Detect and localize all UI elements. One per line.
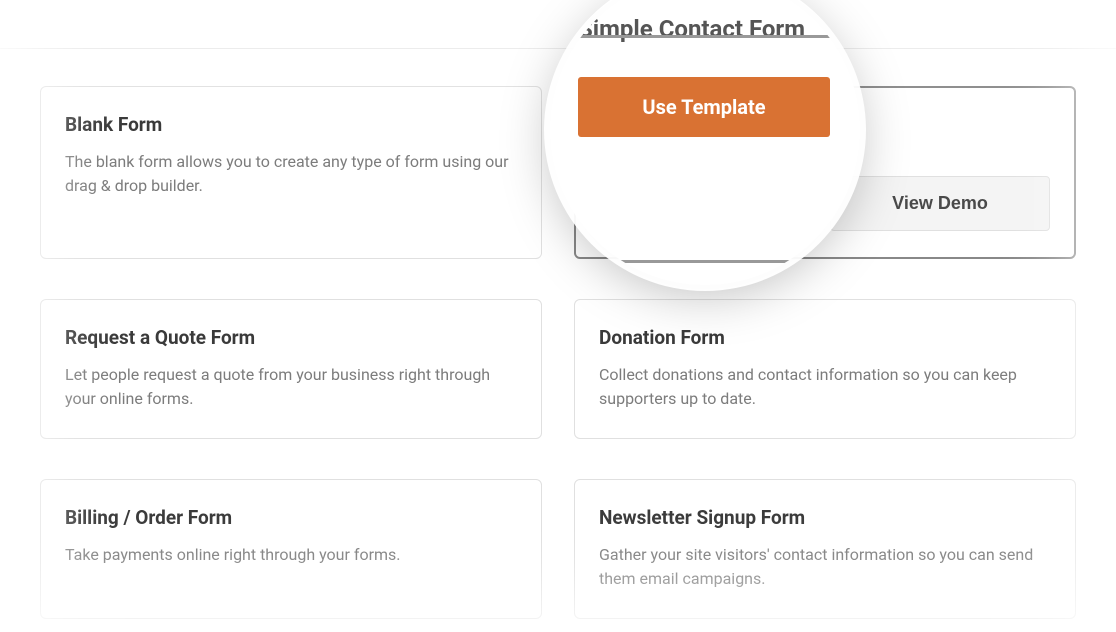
card-description: Gather your site visitors' contact infor…: [599, 543, 1051, 591]
template-card-donation[interactable]: Donation Form Collect donations and cont…: [574, 299, 1076, 439]
card-title: Request a Quote Form: [65, 326, 517, 349]
card-description: Let people request a quote from your bus…: [65, 363, 517, 411]
card-description: The blank form allows you to create any …: [65, 150, 517, 198]
lens-divider: [550, 260, 860, 263]
card-description: Take payments online right through your …: [65, 543, 517, 567]
card-title: Newsletter Signup Form: [599, 506, 1051, 529]
card-title: Billing / Order Form: [65, 506, 517, 529]
lens-divider: [550, 35, 860, 38]
lens-content: Simple Contact Form Use Template: [550, 0, 860, 137]
template-card-billing-order[interactable]: Billing / Order Form Take payments onlin…: [40, 479, 542, 619]
card-description: Collect donations and contact informatio…: [599, 363, 1051, 411]
card-title: Donation Form: [599, 326, 1051, 349]
card-title: Blank Form: [65, 113, 517, 136]
top-divider: [0, 48, 1116, 49]
template-card-request-quote[interactable]: Request a Quote Form Let people request …: [40, 299, 542, 439]
lens-title: Simple Contact Form: [578, 15, 830, 43]
template-card-blank-form[interactable]: Blank Form The blank form allows you to …: [40, 86, 542, 259]
lens-use-template-button[interactable]: Use Template: [578, 77, 830, 137]
view-demo-button[interactable]: View Demo: [830, 176, 1050, 231]
template-card-newsletter-signup[interactable]: Newsletter Signup Form Gather your site …: [574, 479, 1076, 619]
